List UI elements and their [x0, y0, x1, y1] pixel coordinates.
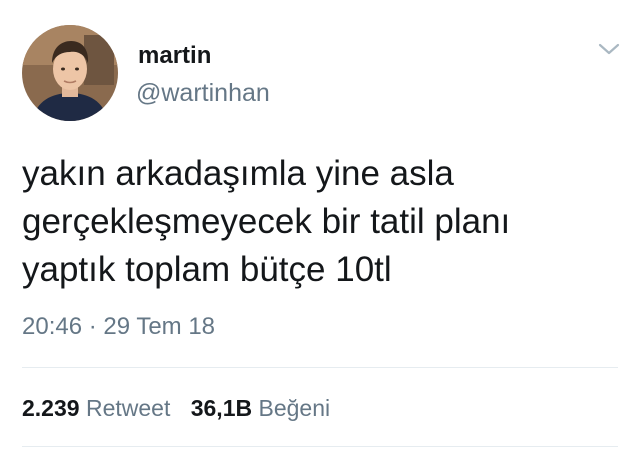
avatar[interactable]	[22, 25, 118, 121]
like-label: Beğeni	[258, 395, 331, 421]
tweet-text-line: gerçekleşmeyecek bir tatil planı	[22, 202, 511, 241]
tweet-timestamp[interactable]: 20:46 · 29 Tem 18	[22, 312, 215, 342]
avatar-image	[22, 25, 118, 121]
tweet-stats: 2.239 Retweet 36,1B Beğeni	[22, 393, 330, 423]
tweet-card: martin @wartinhan yakın arkadaşımla yine…	[0, 0, 640, 470]
tweet-text-line: yakın arkadaşımla yine asla	[22, 154, 454, 193]
retweet-stat[interactable]: 2.239 Retweet	[22, 395, 177, 421]
like-stat[interactable]: 36,1B Beğeni	[191, 395, 330, 421]
tweet-text: yakın arkadaşımla yine asla gerçekleşmey…	[22, 150, 622, 294]
chevron-down-icon[interactable]	[596, 38, 622, 60]
retweet-label: Retweet	[85, 395, 171, 421]
display-name[interactable]: martin	[138, 42, 211, 70]
tweet-text-line: yaptık toplam bütçe 10tl	[22, 250, 392, 289]
retweet-count: 2.239	[22, 395, 80, 421]
user-handle[interactable]: @wartinhan	[136, 78, 270, 108]
like-count: 36,1B	[190, 395, 253, 421]
divider	[22, 367, 618, 368]
divider	[22, 446, 618, 447]
